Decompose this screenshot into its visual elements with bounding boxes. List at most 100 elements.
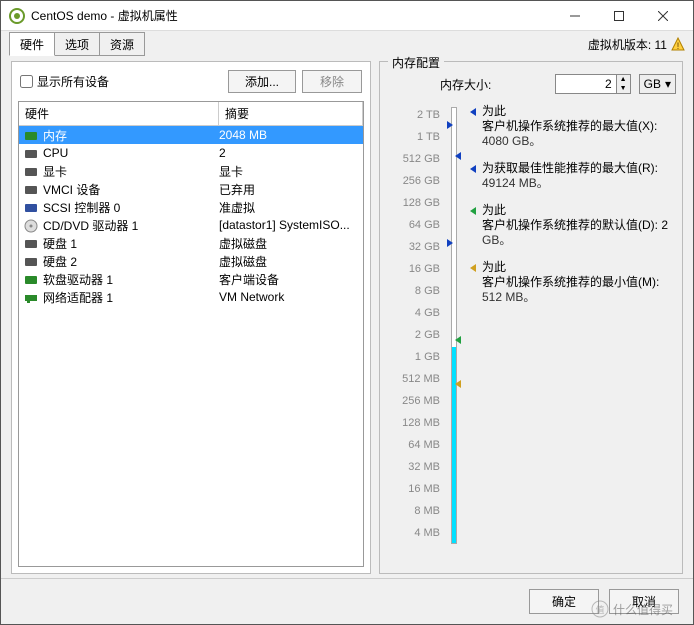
hw-summary: 2 — [219, 146, 361, 160]
scale-tick: 128 GB — [390, 192, 440, 214]
tab-hardware[interactable]: 硬件 — [9, 32, 55, 56]
scale-tick: 512 GB — [390, 148, 440, 170]
marker-max-guest — [447, 121, 453, 129]
tab-resources[interactable]: 资源 — [99, 32, 145, 56]
tab-options[interactable]: 选项 — [54, 32, 100, 56]
hw-name: 网络适配器 1 — [43, 289, 219, 306]
col-hardware[interactable]: 硬件 — [19, 102, 219, 125]
show-all-checkbox-input[interactable] — [20, 75, 33, 88]
memory-config-group: 内存配置 内存大小: ▲▼ GB ▾ 2 TB1 TB512 GB256 GB1… — [379, 61, 683, 574]
app-icon — [9, 8, 25, 24]
hw-name: CD/DVD 驱动器 1 — [43, 217, 219, 234]
scale-tick: 4 MB — [390, 522, 440, 544]
maximize-button[interactable] — [597, 2, 641, 30]
hw-summary: 准虚拟 — [219, 199, 361, 216]
memory-unit-label: GB — [644, 77, 661, 91]
hw-name: 内存 — [43, 127, 219, 144]
hw-summary: 客户端设备 — [219, 271, 361, 288]
hw-summary: 虚拟磁盘 — [219, 253, 361, 270]
window-title: CentOS demo - 虚拟机属性 — [31, 7, 553, 24]
mem-recommendation: 为此客户机操作系统推荐的最小值(M):512 MB。 — [470, 260, 676, 305]
mem-icon — [23, 128, 39, 142]
titlebar: CentOS demo - 虚拟机属性 — [1, 1, 693, 31]
scale-tick: 256 GB — [390, 170, 440, 192]
hw-summary: 2048 MB — [219, 128, 361, 142]
hw-summary: 虚拟磁盘 — [219, 235, 361, 252]
disk-icon — [23, 254, 39, 268]
close-button[interactable] — [641, 2, 685, 30]
scale-tick: 64 GB — [390, 214, 440, 236]
scale-tick: 64 MB — [390, 434, 440, 456]
spin-down[interactable]: ▼ — [617, 84, 630, 93]
tabs: 硬件 选项 资源 — [9, 32, 588, 56]
remove-button[interactable]: 移除 — [302, 70, 362, 93]
memory-scale: 2 TB1 TB512 GB256 GB128 GB64 GB32 GB16 G… — [390, 104, 440, 544]
hw-row-floppy[interactable]: 软盘驱动器 1客户端设备 — [19, 270, 363, 288]
show-all-label: 显示所有设备 — [37, 73, 109, 90]
marker-default — [455, 336, 461, 344]
video-icon — [23, 164, 39, 178]
hw-name: VMCI 设备 — [43, 181, 219, 198]
minimize-button[interactable] — [553, 2, 597, 30]
hw-row-nic[interactable]: 网络适配器 1VM Network — [19, 288, 363, 306]
triangle-blue-icon — [470, 108, 476, 116]
scale-tick: 32 MB — [390, 456, 440, 478]
hw-summary: 显卡 — [219, 163, 361, 180]
scale-tick: 128 MB — [390, 412, 440, 434]
hw-row-vmci[interactable]: VMCI 设备已弃用 — [19, 180, 363, 198]
show-all-devices-checkbox[interactable]: 显示所有设备 — [20, 73, 222, 90]
hw-summary: VM Network — [219, 290, 361, 304]
scale-tick: 16 GB — [390, 258, 440, 280]
scale-tick: 2 GB — [390, 324, 440, 346]
cd-icon — [23, 218, 39, 232]
chevron-down-icon: ▾ — [665, 77, 671, 91]
memory-ruler[interactable] — [448, 104, 462, 544]
col-summary[interactable]: 摘要 — [219, 102, 363, 125]
hw-row-video[interactable]: 显卡显卡 — [19, 162, 363, 180]
scale-tick: 32 GB — [390, 236, 440, 258]
hw-name: 硬盘 2 — [43, 253, 219, 270]
memory-fill-bar — [452, 347, 456, 543]
spin-up[interactable]: ▲ — [617, 75, 630, 84]
cancel-button[interactable]: 取消 — [609, 589, 679, 614]
warning-icon: ! — [671, 37, 685, 51]
scale-tick: 256 MB — [390, 390, 440, 412]
hw-name: 显卡 — [43, 163, 219, 180]
scale-tick: 1 TB — [390, 126, 440, 148]
scale-tick: 4 GB — [390, 302, 440, 324]
marker-min — [455, 380, 461, 388]
hw-name: 软盘驱动器 1 — [43, 271, 219, 288]
scale-tick: 1 GB — [390, 346, 440, 368]
add-button[interactable]: 添加... — [228, 70, 296, 93]
ok-button[interactable]: 确定 — [529, 589, 599, 614]
hardware-list: 硬件 摘要 内存2048 MBCPU2显卡显卡VMCI 设备已弃用SCSI 控制… — [18, 101, 364, 567]
memory-size-label: 内存大小: — [440, 76, 491, 93]
memory-size-spinner[interactable]: ▲▼ — [555, 74, 631, 94]
memory-size-input[interactable] — [556, 75, 616, 93]
mem-recommendation: 为此客户机操作系统推荐的默认值(D): 2GB。 — [470, 203, 676, 248]
hw-summary: 已弃用 — [219, 181, 361, 198]
hw-row-scsi[interactable]: SCSI 控制器 0准虚拟 — [19, 198, 363, 216]
hw-name: SCSI 控制器 0 — [43, 199, 219, 216]
marker-max-perf-r — [455, 152, 461, 160]
cpu-icon — [23, 146, 39, 160]
hw-row-cpu[interactable]: CPU2 — [19, 144, 363, 162]
vmci-icon — [23, 182, 39, 196]
triangle-orange-icon — [470, 264, 476, 272]
disk-icon — [23, 236, 39, 250]
memory-descriptions: 为此客户机操作系统推荐的最大值(X):4080 GB。为获取最佳性能推荐的最大值… — [470, 104, 676, 544]
hw-row-mem[interactable]: 内存2048 MB — [19, 126, 363, 144]
vm-version-label: 虚拟机版本: 11 — [588, 36, 667, 53]
scale-tick: 2 TB — [390, 104, 440, 126]
hw-name: 硬盘 1 — [43, 235, 219, 252]
hw-row-disk[interactable]: 硬盘 1虚拟磁盘 — [19, 234, 363, 252]
hw-row-disk[interactable]: 硬盘 2虚拟磁盘 — [19, 252, 363, 270]
triangle-blue-icon — [470, 165, 476, 173]
hw-name: CPU — [43, 146, 219, 160]
floppy-icon — [23, 272, 39, 286]
memory-unit-combo[interactable]: GB ▾ — [639, 74, 676, 94]
hardware-panel: 显示所有设备 添加... 移除 硬件 摘要 内存2048 MBCPU2显卡显卡V… — [11, 61, 371, 574]
marker-perf — [447, 239, 453, 247]
scale-tick: 16 MB — [390, 478, 440, 500]
hw-row-cd[interactable]: CD/DVD 驱动器 1[datastor1] SystemISO... — [19, 216, 363, 234]
